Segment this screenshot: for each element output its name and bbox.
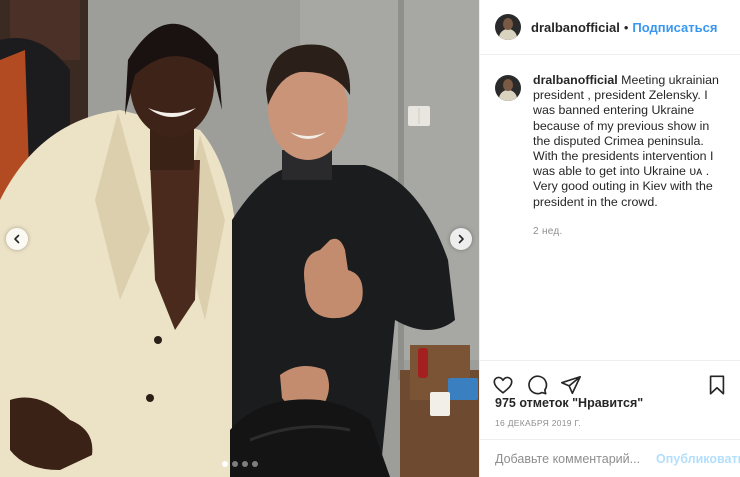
avatar[interactable] — [495, 14, 521, 40]
post-header: dralbanofficial • Подписаться — [480, 0, 740, 55]
carousel-dot — [231, 461, 238, 467]
carousel-dot — [251, 461, 258, 467]
carousel-dot — [241, 461, 248, 467]
previous-slide-button[interactable] — [6, 228, 28, 250]
caption-username[interactable]: dralbanofficial — [533, 73, 618, 87]
carousel-indicator — [0, 461, 479, 467]
header-username[interactable]: dralbanofficial — [531, 20, 620, 35]
photo-illustration — [0, 0, 479, 477]
caption: dralbanofficial Meeting ukrainian presid… — [480, 55, 740, 239]
caption-body: dralbanofficial Meeting ukrainian presid… — [533, 73, 725, 239]
comment-input[interactable] — [495, 451, 656, 466]
post-side-panel: dralbanofficial • Подписаться dralbanoff… — [479, 0, 740, 477]
post-date[interactable]: 16 ДЕКАБРЯ 2019 Г. — [495, 418, 581, 428]
post-photo[interactable] — [0, 0, 479, 477]
share-button[interactable] — [560, 374, 582, 396]
like-button[interactable] — [492, 374, 514, 396]
comment-icon — [528, 375, 548, 395]
comment-bar: Опубликовать — [480, 439, 740, 477]
bookmark-icon — [709, 375, 725, 395]
share-icon — [561, 375, 581, 395]
next-slide-button[interactable] — [450, 228, 472, 250]
instagram-post: dralbanofficial • Подписаться dralbanoff… — [0, 0, 740, 477]
comment-button[interactable] — [526, 374, 548, 396]
heart-icon — [493, 376, 513, 394]
header-separator: • — [623, 19, 629, 35]
caption-text: Meeting ukrainian president , president … — [533, 73, 719, 209]
likes-count[interactable]: 975 отметок "Нравится" — [495, 396, 643, 410]
action-bar — [480, 360, 740, 396]
caption-timestamp[interactable]: 2 нед. — [533, 224, 725, 239]
chevron-right-icon — [458, 234, 464, 244]
publish-button[interactable]: Опубликовать — [656, 452, 740, 466]
caption-avatar[interactable] — [495, 75, 521, 101]
carousel-dot — [221, 461, 228, 467]
follow-button[interactable]: Подписаться — [632, 20, 717, 35]
chevron-left-icon — [14, 234, 20, 244]
save-button[interactable] — [706, 374, 728, 396]
